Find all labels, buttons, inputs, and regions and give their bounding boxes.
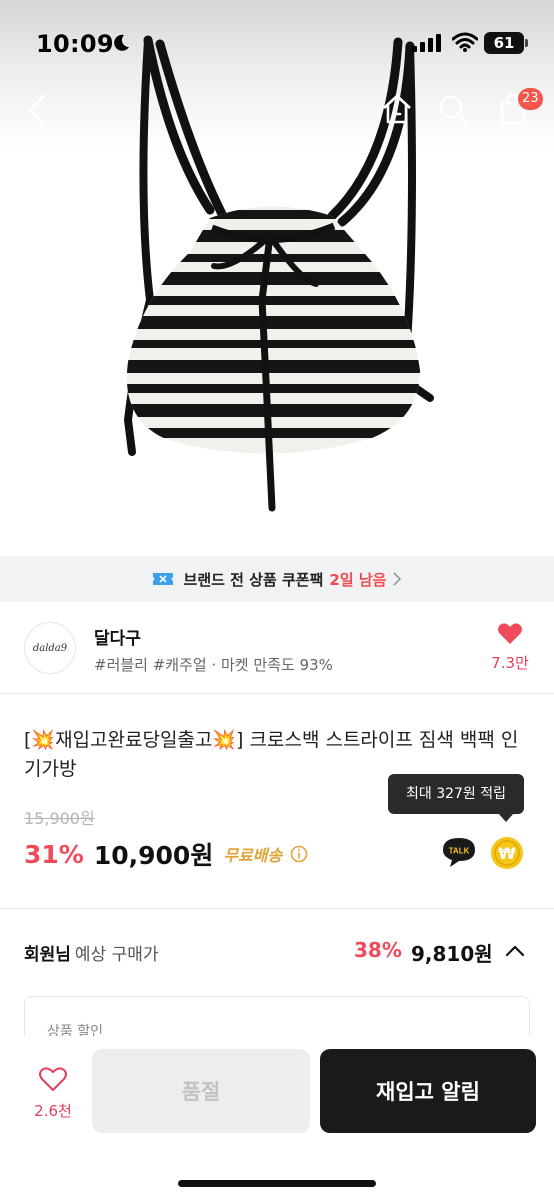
point-icon-symbol: ₩ [498, 844, 516, 863]
member-price-row[interactable]: 회원님 예상 구매가 38% 9,810원 [24, 938, 530, 968]
brand-row[interactable]: dalda9 달다구 #러블리 #캐주얼 · 마켓 만족도 93% 7.3만 [0, 602, 554, 694]
restock-alert-button[interactable]: 재입고 알림 [320, 1049, 536, 1133]
kakao-talk-icon[interactable]: TALK [442, 836, 476, 868]
wishlist-button[interactable]: 2.6천 [24, 1066, 82, 1121]
bottom-action-bar: 2.6천 품절 재입고 알림 [0, 1036, 554, 1200]
points-tooltip: 최대 327원 적립 [388, 774, 524, 822]
status-time: 10:09 [36, 30, 114, 58]
home-icon[interactable] [380, 92, 414, 126]
discount-rate: 31% [24, 839, 84, 869]
status-bar: 10:09 61 [0, 0, 554, 88]
heart-filled-icon [498, 623, 522, 644]
member-price-label: 회원님 예상 구매가 [24, 940, 159, 965]
moon-icon [114, 34, 129, 51]
member-price: 9,810원 [411, 942, 493, 966]
info-icon[interactable] [290, 845, 308, 863]
member-label: 회원님 [24, 945, 71, 965]
wishlist-count: 2.6천 [34, 1102, 72, 1120]
brand-tags: #러블리 #캐주얼 · 마켓 만족도 93% [94, 656, 333, 674]
brand-like-count: 7.3만 [491, 654, 529, 672]
section-divider [0, 908, 554, 909]
brand-name[interactable]: 달다구 [94, 624, 141, 649]
battery-icon: 61 [484, 32, 528, 54]
chevron-right-icon [393, 572, 402, 586]
chevron-up-icon[interactable] [504, 942, 526, 960]
battery-level: 61 [493, 34, 515, 52]
free-shipping-label: 무료배송 [223, 846, 283, 865]
coupon-icon [152, 573, 173, 585]
cart-count-badge: 23 [518, 88, 543, 110]
search-icon[interactable] [436, 92, 470, 126]
price-row: 31% 10,900원 무료배송 [24, 834, 308, 874]
wifi-icon [452, 32, 478, 52]
original-price: 15,900원 [24, 809, 95, 828]
heart-outline-icon [39, 1067, 67, 1091]
brand-logo-text: dalda9 [32, 642, 68, 654]
coupon-pack-banner[interactable]: 브랜드 전 상품 쿠폰팩 2일 남음 [0, 556, 554, 602]
home-indicator [178, 1180, 376, 1187]
point-coin-icon[interactable]: ₩ [490, 836, 524, 870]
member-discount-rate: 38% [354, 938, 402, 962]
signal-icon [412, 34, 441, 52]
talk-icon-label: TALK [449, 847, 470, 856]
brand-like-button[interactable]: 7.3만 [486, 622, 534, 673]
sold-out-button[interactable]: 품절 [92, 1049, 310, 1133]
coupon-text: 브랜드 전 상품 쿠폰팩 [183, 570, 324, 589]
coupon-remaining: 2일 남음 [329, 570, 387, 589]
member-sub-label: 예상 구매가 [74, 945, 159, 965]
sale-price: 10,900원 [93, 841, 214, 870]
back-icon[interactable] [22, 90, 52, 130]
brand-logo[interactable]: dalda9 [24, 622, 76, 674]
